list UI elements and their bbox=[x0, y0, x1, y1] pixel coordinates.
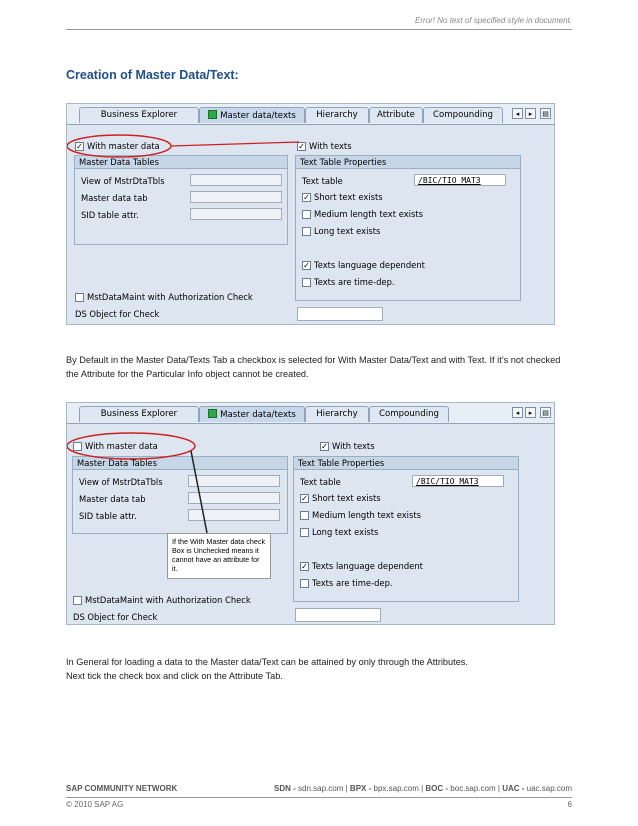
long-text-label: Long text exists bbox=[314, 226, 381, 236]
language-dependent-label: Texts language dependent bbox=[312, 561, 423, 571]
master-data-tables-group: Master Data Tables View of MstrDtaTbls M… bbox=[74, 155, 288, 245]
annotation-callout: If the With Master data check Box is Unc… bbox=[167, 533, 271, 579]
paragraph-attributes-line1: In General for loading a data to the Mas… bbox=[66, 657, 468, 667]
language-dependent-checkbox[interactable]: ✓ bbox=[300, 562, 309, 571]
with-master-data-label: With master data bbox=[85, 441, 158, 451]
uac-link[interactable]: uac.sap.com bbox=[527, 784, 572, 793]
medium-text-checkbox[interactable] bbox=[302, 210, 311, 219]
green-status-icon bbox=[208, 409, 218, 418]
header-note: Error! No text of specified style in doc… bbox=[415, 16, 572, 25]
with-texts-checkbox[interactable]: ✓ bbox=[297, 142, 306, 151]
scroll-right-icon[interactable]: ▸ bbox=[525, 407, 536, 418]
boc-link[interactable]: boc.sap.com bbox=[450, 784, 495, 793]
ds-object-label: DS Object for Check bbox=[73, 612, 158, 622]
header-rule bbox=[66, 29, 572, 30]
page-number: 6 bbox=[567, 800, 572, 809]
authorization-check-checkbox[interactable] bbox=[73, 596, 82, 605]
authorization-check-label: MstDataMaint with Authorization Check bbox=[87, 292, 253, 302]
ds-object-field[interactable] bbox=[297, 307, 383, 321]
text-table-label: Text table bbox=[300, 477, 341, 487]
tab-attribute[interactable]: Attribute bbox=[369, 107, 423, 123]
ds-object-field[interactable] bbox=[295, 608, 381, 622]
tab-compounding[interactable]: Compounding bbox=[423, 107, 503, 123]
long-text-label: Long text exists bbox=[312, 527, 379, 537]
row-label: Master data tab bbox=[81, 193, 148, 203]
view-mstrdtatbls-field[interactable] bbox=[190, 174, 282, 186]
tab-compounding[interactable]: Compounding bbox=[369, 406, 449, 422]
with-texts-label: With texts bbox=[332, 441, 375, 451]
row-label: SID table attr. bbox=[79, 511, 137, 521]
page-title: Creation of Master Data/Text: bbox=[66, 68, 239, 82]
language-dependent-label: Texts language dependent bbox=[314, 260, 425, 270]
master-data-tables-group: Master Data Tables View of MstrDtaTbls M… bbox=[72, 456, 288, 534]
scroll-right-icon[interactable]: ▸ bbox=[525, 108, 536, 119]
bpx-link[interactable]: bpx.sap.com bbox=[374, 784, 419, 793]
text-table-properties-group: Text Table Properties Text table /BIC/TI… bbox=[293, 456, 519, 602]
sid-table-attr-field[interactable] bbox=[190, 208, 282, 220]
footer-copyright: © 2010 SAP AG bbox=[66, 800, 124, 809]
scroll-left-icon[interactable]: ◂ bbox=[512, 108, 523, 119]
group-title: Text Table Properties bbox=[294, 457, 518, 470]
medium-text-label: Medium length text exists bbox=[314, 209, 423, 219]
pointer-line bbox=[170, 141, 300, 147]
group-title: Master Data Tables bbox=[73, 457, 287, 470]
tab-business-explorer[interactable]: Business Explorer bbox=[79, 406, 199, 422]
time-dependent-label: Texts are time-dep. bbox=[314, 277, 395, 287]
tab-list-icon[interactable]: ▤ bbox=[540, 407, 551, 418]
sid-table-attr-field[interactable] bbox=[188, 509, 280, 521]
tab-hierarchy[interactable]: Hierarchy bbox=[305, 107, 369, 123]
tab-bar: Business Explorer Master data/texts Hier… bbox=[67, 403, 554, 424]
with-texts-label: With texts bbox=[309, 141, 352, 151]
text-table-value[interactable]: /BIC/TIO_MAT3 bbox=[414, 174, 506, 186]
group-title: Text Table Properties bbox=[296, 156, 520, 169]
footer-rule bbox=[66, 797, 572, 798]
sdn-link[interactable]: sdn.sap.com bbox=[298, 784, 343, 793]
green-status-icon bbox=[208, 110, 218, 119]
ds-object-label: DS Object for Check bbox=[75, 309, 160, 319]
long-text-checkbox[interactable] bbox=[300, 528, 309, 537]
row-label: View of MstrDtaTbls bbox=[81, 176, 165, 186]
view-mstrdtatbls-field[interactable] bbox=[188, 475, 280, 487]
master-data-tab-field[interactable] bbox=[188, 492, 280, 504]
with-master-data-checkbox[interactable]: ✓ bbox=[75, 142, 84, 151]
scroll-left-icon[interactable]: ◂ bbox=[512, 407, 523, 418]
group-title: Master Data Tables bbox=[75, 156, 287, 169]
footer-links: SDN - sdn.sap.com | BPX - bpx.sap.com | … bbox=[274, 784, 572, 793]
medium-text-checkbox[interactable] bbox=[300, 511, 309, 520]
tab-master-data-texts[interactable]: Master data/texts bbox=[199, 406, 305, 422]
paragraph-attributes-line2: Next tick the check box and click on the… bbox=[66, 671, 283, 681]
row-label: Master data tab bbox=[79, 494, 146, 504]
screenshot-unchecked-master-data: Business Explorer Master data/texts Hier… bbox=[66, 402, 555, 625]
long-text-checkbox[interactable] bbox=[302, 227, 311, 236]
tab-master-data-texts[interactable]: Master data/texts bbox=[199, 107, 305, 123]
short-text-label: Short text exists bbox=[312, 493, 381, 503]
footer-network: SAP COMMUNITY NETWORK bbox=[66, 784, 178, 793]
text-table-properties-group: Text Table Properties Text table /BIC/TI… bbox=[295, 155, 521, 301]
time-dependent-checkbox[interactable] bbox=[300, 579, 309, 588]
time-dependent-checkbox[interactable] bbox=[302, 278, 311, 287]
text-table-value[interactable]: /BIC/TIO_MAT3 bbox=[412, 475, 504, 487]
with-master-data-label: With master data bbox=[87, 141, 160, 151]
row-label: View of MstrDtaTbls bbox=[79, 477, 163, 487]
tab-list-icon[interactable]: ▤ bbox=[540, 108, 551, 119]
short-text-checkbox[interactable]: ✓ bbox=[302, 193, 311, 202]
tab-hierarchy[interactable]: Hierarchy bbox=[305, 406, 369, 422]
master-data-tab-field[interactable] bbox=[190, 191, 282, 203]
authorization-check-label: MstDataMaint with Authorization Check bbox=[85, 595, 251, 605]
time-dependent-label: Texts are time-dep. bbox=[312, 578, 393, 588]
tab-business-explorer[interactable]: Business Explorer bbox=[79, 107, 199, 123]
tab-bar: Business Explorer Master data/texts Hier… bbox=[67, 104, 554, 125]
with-master-data-checkbox[interactable] bbox=[73, 442, 82, 451]
language-dependent-checkbox[interactable]: ✓ bbox=[302, 261, 311, 270]
paragraph-default-checkbox: By Default in the Master Data/Texts Tab … bbox=[66, 355, 561, 379]
with-texts-checkbox[interactable]: ✓ bbox=[320, 442, 329, 451]
authorization-check-checkbox[interactable] bbox=[75, 293, 84, 302]
medium-text-label: Medium length text exists bbox=[312, 510, 421, 520]
row-label: SID table attr. bbox=[81, 210, 139, 220]
screenshot-master-data-tab: Business Explorer Master data/texts Hier… bbox=[66, 103, 555, 325]
short-text-checkbox[interactable]: ✓ bbox=[300, 494, 309, 503]
text-table-label: Text table bbox=[302, 176, 343, 186]
short-text-label: Short text exists bbox=[314, 192, 383, 202]
